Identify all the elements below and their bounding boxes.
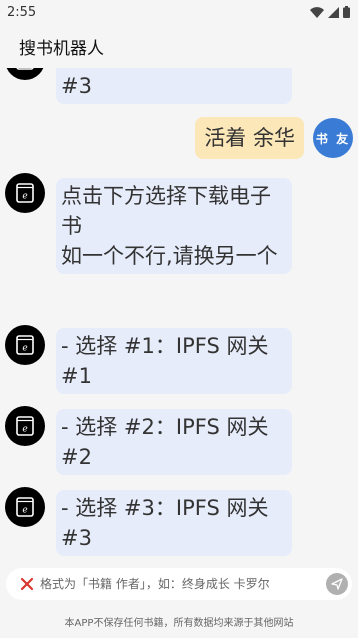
ebook-icon: e	[16, 497, 34, 517]
svg-text:e: e	[22, 68, 27, 69]
clear-icon[interactable]	[18, 577, 36, 591]
ebook-icon: e	[16, 335, 34, 355]
ebook-icon: e	[16, 68, 34, 70]
wifi-icon	[310, 6, 324, 18]
send-button[interactable]	[326, 573, 348, 595]
svg-text:e: e	[22, 506, 27, 516]
ebook-icon: e	[16, 183, 34, 203]
send-icon	[331, 578, 343, 590]
bot-message-bubble[interactable]: - 选择 #3：IPFS 网关 #3	[56, 490, 292, 556]
ebook-icon: e	[16, 416, 34, 436]
svg-text:e: e	[22, 192, 27, 202]
search-box	[6, 568, 352, 600]
bot-avatar: e	[5, 406, 45, 446]
bot-avatar: e	[5, 173, 45, 213]
bot-message-bubble[interactable]: - 选择 #2：IPFS 网关 #2	[56, 409, 292, 475]
status-time: 2:55	[7, 4, 37, 20]
input-bar	[0, 564, 358, 604]
footer-notice: 本APP不保存任何书籍，所有数据均来源于其他网站	[64, 617, 294, 629]
svg-text:e: e	[22, 425, 27, 435]
svg-text:e: e	[22, 344, 27, 354]
page-title: 搜书机器人	[19, 38, 104, 59]
bot-avatar: e	[5, 68, 45, 80]
bot-message-bubble: - 选择 #3：IPFS 网关 #3	[56, 68, 292, 104]
signal-icon	[328, 6, 339, 18]
chat-list[interactable]: e - 选择 #3：IPFS 网关 #3 活着 余华 书 友 e 点击下方选择下…	[0, 68, 358, 564]
status-icons	[310, 6, 350, 18]
bot-message-bubble: 点击下方选择下载电子书 如一个不行,请换另一个	[56, 178, 292, 274]
bot-avatar: e	[5, 487, 45, 527]
user-avatar: 书 友	[313, 118, 353, 158]
app-bar: 搜书机器人	[0, 24, 358, 68]
bot-avatar: e	[5, 325, 45, 365]
search-input[interactable]	[40, 577, 326, 591]
battery-icon	[343, 6, 350, 18]
user-message-bubble: 活着 余华	[195, 117, 304, 159]
bot-message-bubble[interactable]: - 选择 #1：IPFS 网关 #1	[56, 328, 292, 394]
status-bar: 2:55	[0, 0, 358, 24]
